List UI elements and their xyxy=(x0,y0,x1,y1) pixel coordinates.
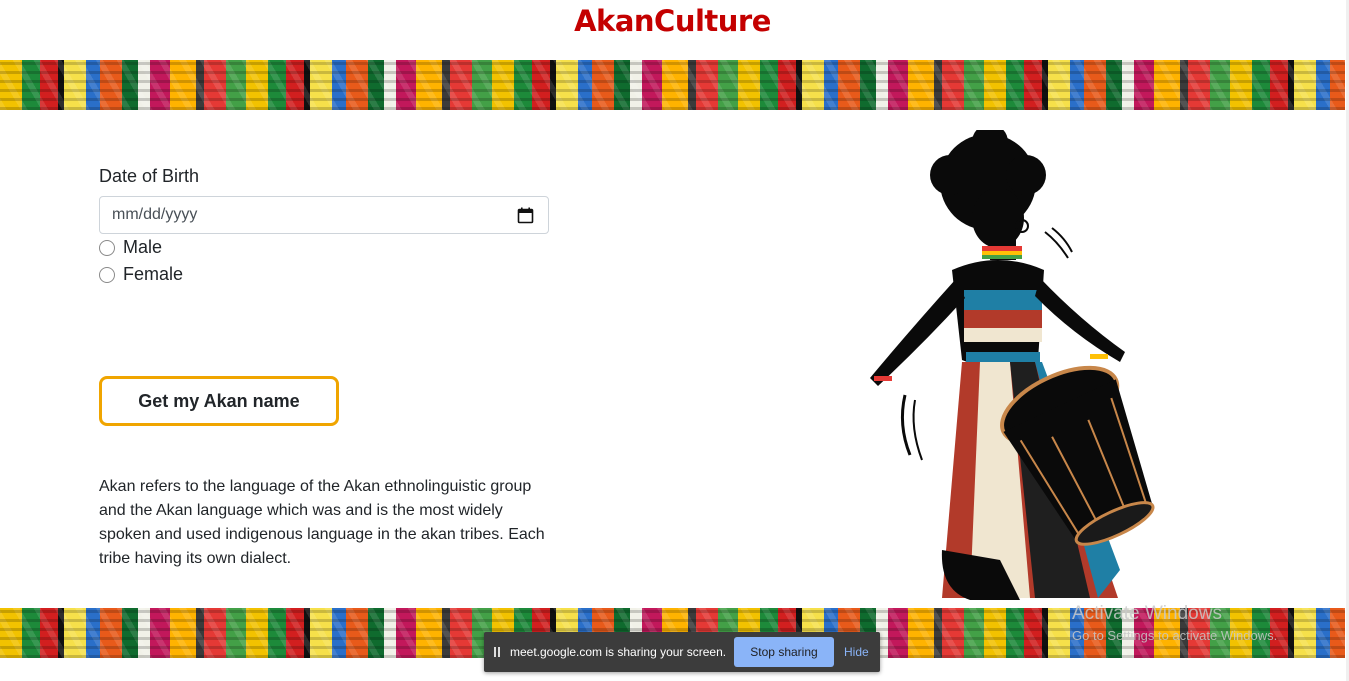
akan-form: Date of Birth mm/dd/yyyy Male Female xyxy=(99,166,549,288)
male-radio[interactable] xyxy=(99,239,115,256)
date-placeholder: mm/dd/yyyy xyxy=(112,206,198,223)
dob-label: Date of Birth xyxy=(99,166,200,186)
akan-description: Akan refers to the language of the Akan … xyxy=(99,478,545,567)
male-label: Male xyxy=(123,237,163,257)
windows-activation-watermark: Activate Windows Go to Settings to activ… xyxy=(1072,603,1277,647)
female-label: Female xyxy=(123,264,184,284)
gender-option-female[interactable]: Female xyxy=(99,261,549,288)
pause-grip-icon[interactable] xyxy=(484,647,510,657)
get-akan-name-button[interactable]: Get my Akan name xyxy=(99,376,339,426)
dob-date-input[interactable]: mm/dd/yyyy xyxy=(99,196,549,234)
kente-banner-top xyxy=(0,60,1345,110)
hide-share-bar-link[interactable]: Hide xyxy=(844,645,869,659)
screen-share-bar: meet.google.com is sharing your screen. … xyxy=(484,632,880,672)
share-message: meet.google.com is sharing your screen. xyxy=(510,645,727,659)
african-drummer-illustration xyxy=(830,124,1170,608)
female-radio[interactable] xyxy=(99,266,115,283)
gender-option-male[interactable]: Male xyxy=(99,234,549,261)
watermark-subtitle: Go to Settings to activate Windows. xyxy=(1072,628,1278,643)
calendar-icon[interactable] xyxy=(517,207,534,224)
stop-sharing-button[interactable]: Stop sharing xyxy=(734,637,834,667)
site-title: AkanCulture xyxy=(574,4,771,38)
watermark-title: Activate Windows xyxy=(1072,603,1222,624)
